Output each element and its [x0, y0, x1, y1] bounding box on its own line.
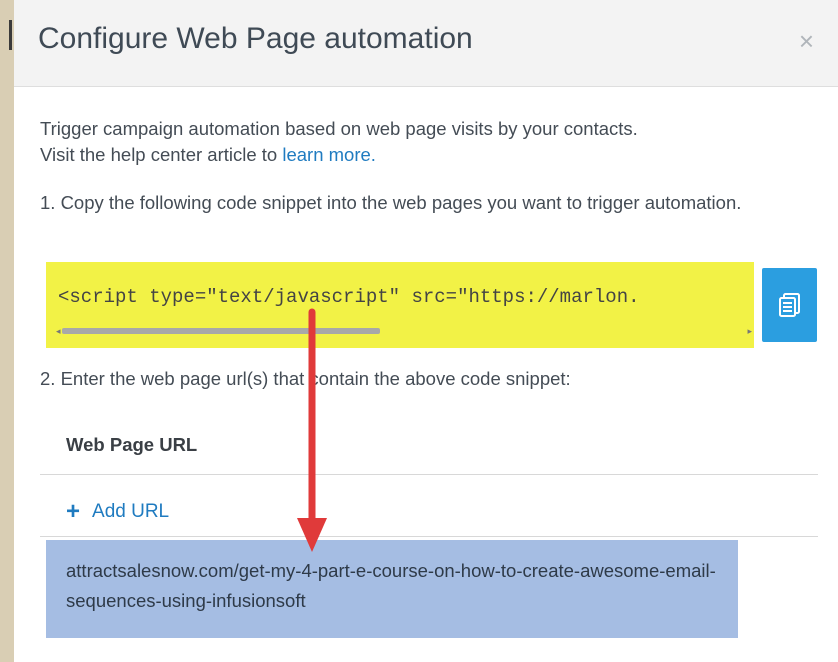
url-list-item[interactable]: attractsalesnow.com/get-my-4-part-e-cour…: [46, 540, 738, 638]
scroll-left-arrow-icon[interactable]: ◂: [56, 326, 61, 337]
close-icon[interactable]: ×: [799, 26, 814, 57]
dialog-title: Configure Web Page automation: [38, 22, 473, 55]
copy-clipboard-icon: [779, 293, 800, 317]
horizontal-scrollbar[interactable]: ◂ ▸: [56, 326, 752, 337]
plus-icon: +: [66, 498, 81, 525]
scrollbar-thumb[interactable]: [62, 328, 380, 334]
dialog-header: Configure Web Page automation ×: [14, 0, 838, 87]
url-table-header: Web Page URL: [40, 412, 818, 475]
step2-instruction: 2. Enter the web page url(s) that contai…: [40, 368, 571, 389]
column-header-web-page-url: Web Page URL: [66, 434, 198, 455]
add-url-label: Add URL: [92, 501, 170, 522]
copy-code-button[interactable]: [762, 268, 817, 342]
step1-instruction: 1. Copy the following code snippet into …: [40, 192, 742, 213]
add-url-button[interactable]: + Add URL: [66, 496, 170, 525]
code-snippet-text: <script type="text/javascript" src="http…: [58, 286, 640, 308]
learn-more-link[interactable]: learn more.: [282, 144, 376, 165]
background-window-edge: [9, 20, 12, 50]
description-line2: Visit the help center article to: [40, 144, 283, 165]
code-snippet-box[interactable]: <script type="text/javascript" src="http…: [46, 262, 754, 348]
scroll-right-arrow-icon[interactable]: ▸: [747, 326, 752, 337]
dialog-description: Trigger campaign automation based on web…: [40, 116, 810, 168]
description-line1: Trigger campaign automation based on web…: [40, 118, 638, 139]
url-value: attractsalesnow.com/get-my-4-part-e-cour…: [66, 560, 716, 611]
configure-web-page-dialog: Configure Web Page automation × Trigger …: [14, 0, 838, 662]
add-url-row: + Add URL: [40, 476, 818, 537]
